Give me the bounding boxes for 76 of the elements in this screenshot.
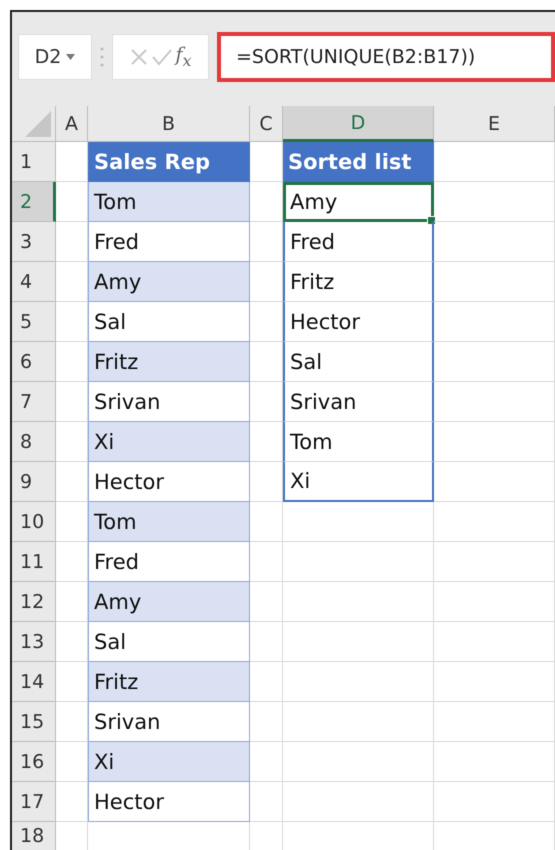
caret-icon[interactable] [66, 54, 76, 60]
row-header[interactable]: 6 [12, 342, 56, 382]
table-cell [250, 422, 283, 462]
table-cell: Amy [283, 182, 434, 222]
table-cell [56, 622, 88, 662]
table-cell: Fritz [88, 342, 250, 382]
table-cell [56, 462, 88, 502]
table-cell [250, 782, 283, 822]
table-cell: Sal [283, 342, 434, 382]
table-cell: Fritz [283, 262, 434, 302]
table-cell [250, 702, 283, 742]
table-cell [56, 222, 88, 262]
name-box[interactable]: D2 [18, 34, 92, 80]
column-header[interactable]: D [283, 106, 434, 142]
table-cell [250, 742, 283, 782]
row-header[interactable]: 3 [12, 222, 56, 262]
row-header[interactable]: 1 [12, 142, 56, 182]
table-cell [250, 182, 283, 222]
grip-icon [100, 46, 104, 68]
table-cell: Amy [88, 582, 250, 622]
row-header[interactable]: 14 [12, 662, 56, 702]
table-cell [250, 662, 283, 702]
row-header[interactable]: 5 [12, 302, 56, 342]
table-cell: Xi [88, 422, 250, 462]
table-cell [250, 622, 283, 662]
column-title: Sales Rep [88, 142, 250, 182]
select-all-icon[interactable] [25, 111, 51, 137]
row-header[interactable]: 15 [12, 702, 56, 742]
table-cell [250, 262, 283, 302]
table-cell [250, 342, 283, 382]
fill-handle[interactable] [427, 216, 436, 225]
column-header[interactable]: C [250, 106, 283, 142]
table-cell: Fritz [88, 662, 250, 702]
table-cell: Tom [88, 502, 250, 542]
check-icon[interactable] [152, 48, 172, 66]
row-header[interactable]: 11 [12, 542, 56, 582]
table-cell [56, 702, 88, 742]
table-cell [56, 382, 88, 422]
column-header[interactable]: E [434, 106, 555, 142]
column-header[interactable]: A [56, 106, 88, 142]
formula-field[interactable]: =SORT(UNIQUE(B2:B17)) [217, 32, 555, 82]
table-cell [250, 302, 283, 342]
row-header[interactable]: 2 [12, 182, 56, 222]
table-cell [250, 462, 283, 502]
table-cell: Xi [283, 462, 434, 502]
row-header[interactable]: 10 [12, 502, 56, 542]
table-cell: Srivan [283, 382, 434, 422]
table-cell [250, 382, 283, 422]
table-cell [56, 542, 88, 582]
table-cell: Hector [283, 302, 434, 342]
row-header[interactable]: 16 [12, 742, 56, 782]
row-header[interactable]: 17 [12, 782, 56, 822]
table-cell [250, 502, 283, 542]
table-cell: Amy [88, 262, 250, 302]
table-cell [56, 302, 88, 342]
table-cell: Hector [88, 782, 250, 822]
table-cell [250, 542, 283, 582]
table-cell [56, 782, 88, 822]
table-cell: Tom [283, 422, 434, 462]
row-header[interactable]: 4 [12, 262, 56, 302]
cell-reference: D2 [34, 46, 62, 68]
table-cell [250, 222, 283, 262]
column-header[interactable]: B [88, 106, 250, 142]
cancel-icon[interactable] [130, 48, 148, 66]
table-cell: Fred [283, 222, 434, 262]
table-cell: Tom [88, 182, 250, 222]
row-header[interactable]: 8 [12, 422, 56, 462]
insert-function-button[interactable]: f$_{x}$ [176, 44, 192, 70]
row-header[interactable]: 7 [12, 382, 56, 422]
table-cell: Xi [88, 742, 250, 782]
row-header[interactable]: 13 [12, 622, 56, 662]
row-header[interactable]: 18 [12, 822, 56, 850]
row-header[interactable]: 9 [12, 462, 56, 502]
table-cell [250, 582, 283, 622]
row-header[interactable]: 12 [12, 582, 56, 622]
column-title: Sorted list [283, 142, 434, 182]
